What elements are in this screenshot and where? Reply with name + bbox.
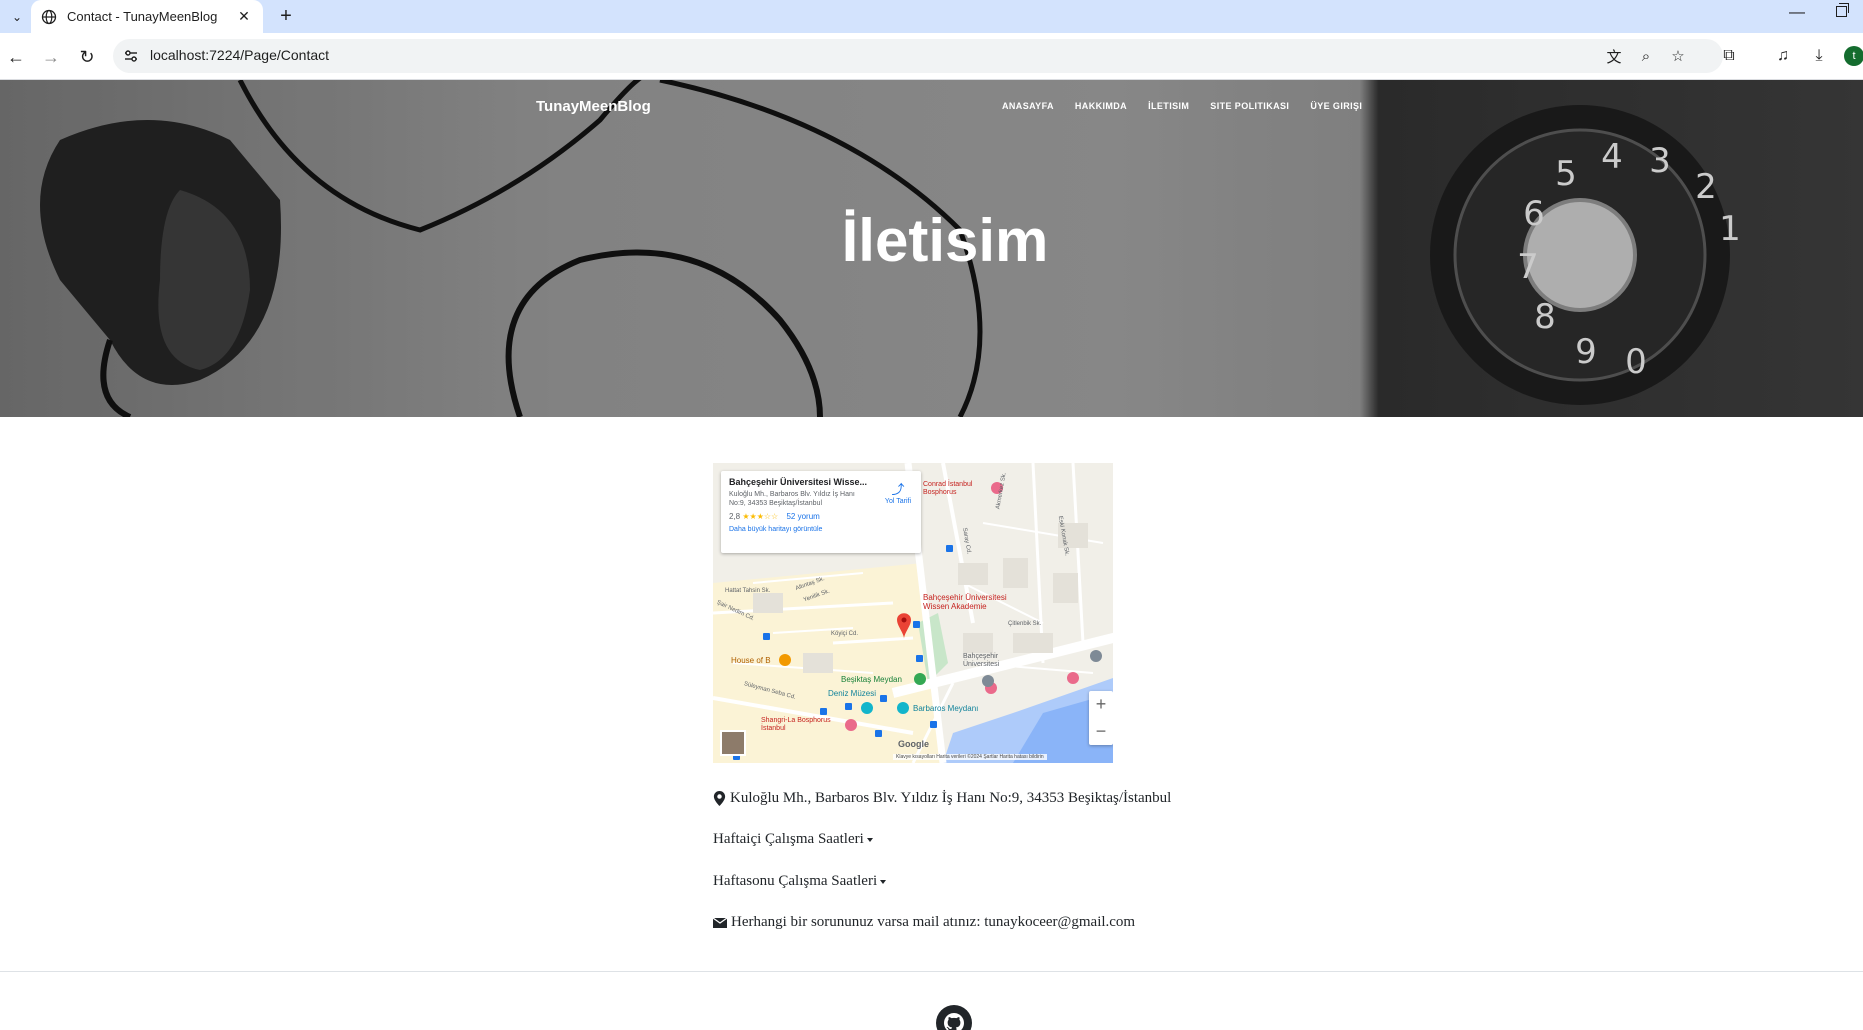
site-info-icon[interactable] bbox=[123, 48, 139, 64]
email-text[interactable]: Herhangi bir sorununuz varsa mail atınız… bbox=[731, 914, 1135, 931]
map-label-barbaros[interactable]: Barbaros Meydanı bbox=[913, 704, 978, 713]
browser-tab-bar: ⌄ Contact - TunayMeenBlog ✕ + — bbox=[0, 0, 1863, 33]
extensions-icon[interactable]: ⧉ bbox=[1718, 45, 1740, 67]
browser-tab[interactable]: Contact - TunayMeenBlog ✕ bbox=[31, 0, 263, 33]
rating-stars-icon: ★★★☆☆ bbox=[742, 512, 779, 521]
weekday-hours-toggle[interactable]: Haftaiçi Çalışma Saatleri bbox=[713, 831, 873, 848]
directions-label: Yol Tarifi bbox=[884, 498, 911, 505]
map-label-deniz[interactable]: Deniz Müzesi bbox=[828, 689, 876, 698]
address-text: Kuloğlu Mh., Barbaros Blv. Yıldız İş Han… bbox=[730, 790, 1172, 806]
weekday-hours-label: Haftaiçi Çalışma Saatleri bbox=[713, 831, 864, 847]
zoom-icon[interactable]: ⌕ bbox=[1637, 47, 1655, 65]
caret-down-icon bbox=[880, 879, 887, 884]
larger-map-link[interactable]: Daha büyük haritayı görüntüle bbox=[729, 526, 913, 533]
bookmark-star-icon[interactable]: ☆ bbox=[1669, 47, 1687, 65]
github-icon[interactable] bbox=[936, 1005, 972, 1030]
google-logo: Google bbox=[898, 739, 929, 749]
directions-icon: ⤴ bbox=[891, 482, 905, 497]
map-label-conrad[interactable]: Conrad İstanbul Bosphorus bbox=[923, 481, 995, 497]
map-attribution[interactable]: Klavye kısayolları Harita verileri ©2024… bbox=[893, 754, 1047, 760]
restore-icon[interactable] bbox=[1836, 3, 1849, 17]
map-label-koyici: Köyiçi Cd. bbox=[831, 631, 859, 637]
address-line: Kuloğlu Mh., Barbaros Blv. Yıldız İş Han… bbox=[713, 790, 1171, 807]
page-header: 543 21 67 890 TunayMeenBlog ANASAYFA HAK… bbox=[0, 80, 1863, 417]
site-brand[interactable]: TunayMeenBlog bbox=[536, 98, 651, 115]
map-marker-icon bbox=[713, 791, 726, 806]
url-text[interactable]: localhost:7224/Page/Contact bbox=[150, 47, 329, 63]
media-control-icon[interactable]: ♫ bbox=[1772, 45, 1794, 67]
nav-item-policy[interactable]: SITE POLITIKASI bbox=[1210, 101, 1289, 111]
globe-icon bbox=[41, 9, 57, 24]
map-label-cilenbik: Çitlenbik Sk. bbox=[1008, 621, 1042, 627]
map-label-besiktas[interactable]: Beşiktaş Meydan bbox=[841, 675, 902, 684]
forward-icon[interactable]: → bbox=[39, 45, 63, 69]
rating-value: 2,8 bbox=[729, 512, 741, 521]
reload-icon[interactable]: ↻ bbox=[75, 45, 99, 69]
tab-title: Contact - TunayMeenBlog bbox=[67, 9, 218, 24]
map-marker-label[interactable]: Bahçeşehir Üniversitesi Wissen Akademie bbox=[923, 593, 1007, 611]
place-address: Kuloğlu Mh., Barbaros Blv. Yıldız İş Han… bbox=[729, 491, 855, 507]
marker-label-line-1: Bahçeşehir Üniversitesi bbox=[923, 593, 1007, 602]
back-icon[interactable]: ← bbox=[4, 45, 28, 69]
directions-button[interactable]: ⤴ Yol Tarifi bbox=[885, 479, 911, 505]
new-tab-button[interactable]: + bbox=[274, 4, 298, 28]
weekend-hours-toggle[interactable]: Haftasonu Çalışma Saatleri bbox=[713, 873, 887, 890]
nav-item-contact[interactable]: İLETISIM bbox=[1148, 101, 1189, 111]
google-map-embed[interactable]: Bahçeşehir Üniversitesi Wissen Akademie … bbox=[713, 463, 1113, 763]
github-logo bbox=[944, 1013, 964, 1030]
tab-search-icon[interactable]: ⌄ bbox=[6, 6, 28, 28]
marker-label-line-2: Wissen Akademie bbox=[923, 602, 987, 611]
address-bar[interactable]: localhost:7224/Page/Contact 文 ⌕ ☆ bbox=[113, 39, 1723, 73]
caret-down-icon bbox=[866, 837, 873, 842]
map-zoom-controls: + − bbox=[1089, 691, 1113, 745]
reviews-link[interactable]: 52 yorum bbox=[786, 512, 819, 521]
download-icon[interactable]: ⤓ bbox=[1808, 45, 1830, 67]
zoom-out-button[interactable]: − bbox=[1089, 718, 1113, 745]
profile-avatar[interactable]: t bbox=[1844, 46, 1863, 66]
main-navigation: ANASAYFA HAKKIMDA İLETISIM SITE POLITIKA… bbox=[1002, 101, 1383, 111]
nav-item-about[interactable]: HAKKIMDA bbox=[1075, 101, 1127, 111]
map-place-card: Bahçeşehir Üniversitesi Wisse... Kuloğlu… bbox=[721, 471, 921, 553]
close-tab-icon[interactable]: ✕ bbox=[235, 8, 253, 25]
nav-item-home[interactable]: ANASAYFA bbox=[1002, 101, 1054, 111]
minimize-icon[interactable]: — bbox=[1789, 4, 1805, 22]
weekend-hours-label: Haftasonu Çalışma Saatleri bbox=[713, 873, 878, 889]
email-line: Herhangi bir sorununuz varsa mail atınız… bbox=[713, 914, 1135, 931]
nav-item-login[interactable]: ÜYE GIRIŞI bbox=[1310, 101, 1362, 111]
browser-toolbar: ← → ↻ localhost:7224/Page/Contact 文 ⌕ ☆ … bbox=[0, 33, 1863, 80]
map-label-house-of-b[interactable]: House of B bbox=[731, 656, 771, 665]
map-label-shangri[interactable]: Shangri-La Bosphorus İstanbul bbox=[761, 717, 851, 733]
map-label-university[interactable]: Bahçeşehir Üniversitesi bbox=[963, 653, 1018, 669]
zoom-in-button[interactable]: + bbox=[1089, 691, 1113, 718]
translate-icon[interactable]: 文 bbox=[1605, 47, 1623, 66]
place-rating: 2,8 ★★★☆☆ 52 yorum bbox=[729, 512, 913, 521]
map-label-hattat: Hattat Tahsin Sk. bbox=[725, 588, 771, 594]
footer-divider bbox=[0, 971, 1863, 972]
page-title: İletisim bbox=[841, 207, 1049, 274]
envelope-icon bbox=[713, 917, 727, 928]
